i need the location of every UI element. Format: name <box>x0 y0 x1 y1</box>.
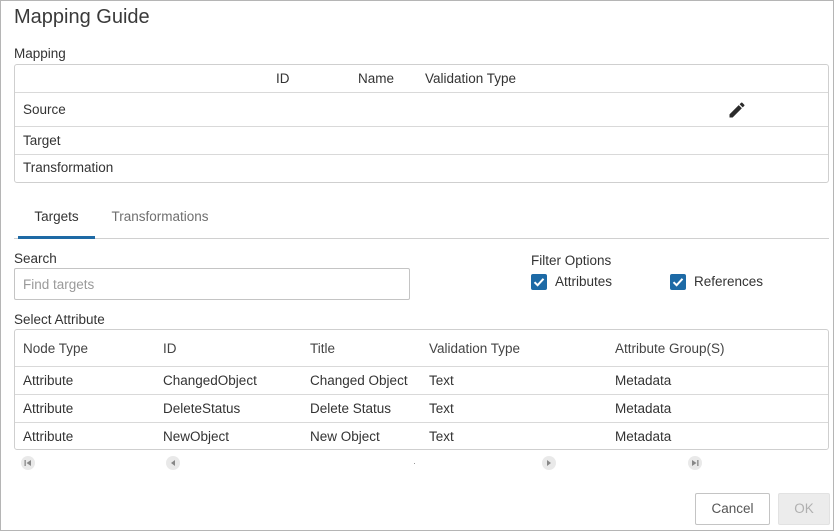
mapping-row-label: Source <box>23 102 66 117</box>
ok-button[interactable]: OK <box>778 493 830 525</box>
references-checkbox-label[interactable]: References <box>694 274 763 289</box>
mapping-row-source[interactable]: Source <box>15 93 828 127</box>
col-attribute-groups[interactable]: Attribute Group(S) <box>615 341 725 356</box>
col-id[interactable]: ID <box>163 341 177 356</box>
cell-id: ChangedObject <box>163 373 257 388</box>
first-page-icon[interactable] <box>21 456 35 470</box>
col-validation-type[interactable]: Validation Type <box>429 341 520 356</box>
tab-targets[interactable]: Targets <box>18 201 95 239</box>
scroll-left-icon[interactable] <box>166 456 180 470</box>
mapping-col-validation-type: Validation Type <box>425 71 517 86</box>
mapping-col-name: Name <box>358 71 395 86</box>
attribute-table-header: Node Type ID Title Validation Type Attri… <box>15 330 828 367</box>
references-checkbox[interactable] <box>670 274 686 290</box>
scroll-right-icon[interactable] <box>542 456 556 470</box>
attributes-checkbox[interactable] <box>531 274 547 290</box>
cell-node-type: Attribute <box>23 373 74 388</box>
mapping-guide-dialog: Mapping Guide Mapping ID Name Validation… <box>0 0 834 531</box>
col-title[interactable]: Title <box>310 341 335 356</box>
checkmark-icon <box>672 278 684 287</box>
last-page-icon[interactable] <box>688 456 702 470</box>
cell-title: Delete Status <box>310 401 392 416</box>
cell-node-type: Attribute <box>23 401 74 416</box>
pencil-icon[interactable] <box>727 100 747 120</box>
cancel-button[interactable]: Cancel <box>695 493 770 525</box>
mapping-row-transformation[interactable]: Transformation <box>15 155 828 183</box>
cell-attribute-group: Metadata <box>615 429 672 444</box>
mapping-label: Mapping <box>14 46 66 61</box>
mapping-row-target[interactable]: Target <box>15 127 828 155</box>
cell-validation-type: Text <box>429 401 454 416</box>
filter-options-label: Filter Options <box>531 253 612 268</box>
mapping-table: ID Name Validation Type Source Target Tr… <box>14 64 829 183</box>
col-node-type[interactable]: Node Type <box>23 341 88 356</box>
cell-title: Changed Object <box>310 373 408 388</box>
dialog-title: Mapping Guide <box>14 6 150 28</box>
cell-id: NewObject <box>163 429 230 444</box>
cell-validation-type: Text <box>429 429 454 444</box>
cell-attribute-group: Metadata <box>615 373 672 388</box>
mapping-row-label: Target <box>23 133 61 148</box>
search-input[interactable] <box>14 268 410 300</box>
table-row[interactable]: Attribute DeleteStatus Delete Status Tex… <box>15 395 828 423</box>
select-attribute-label: Select Attribute <box>14 312 105 327</box>
search-label: Search <box>14 251 57 266</box>
scroll-position-marker <box>414 463 415 464</box>
cell-id: DeleteStatus <box>163 401 241 416</box>
mapping-table-header: ID Name Validation Type <box>15 65 828 93</box>
attributes-checkbox-label[interactable]: Attributes <box>555 274 612 289</box>
cell-validation-type: Text <box>429 373 454 388</box>
table-row[interactable]: Attribute ChangedObject Changed Object T… <box>15 367 828 395</box>
cell-attribute-group: Metadata <box>615 401 672 416</box>
checkmark-icon <box>533 278 545 287</box>
cell-node-type: Attribute <box>23 429 74 444</box>
tab-bar: Targets Transformations <box>14 201 829 239</box>
tab-transformations[interactable]: Transformations <box>105 201 215 239</box>
mapping-row-label: Transformation <box>23 160 114 175</box>
cell-title: New Object <box>310 429 380 444</box>
mapping-col-id: ID <box>276 71 290 86</box>
table-row[interactable]: Attribute NewObject New Object Text Meta… <box>15 423 828 451</box>
attribute-table: Node Type ID Title Validation Type Attri… <box>14 329 829 450</box>
